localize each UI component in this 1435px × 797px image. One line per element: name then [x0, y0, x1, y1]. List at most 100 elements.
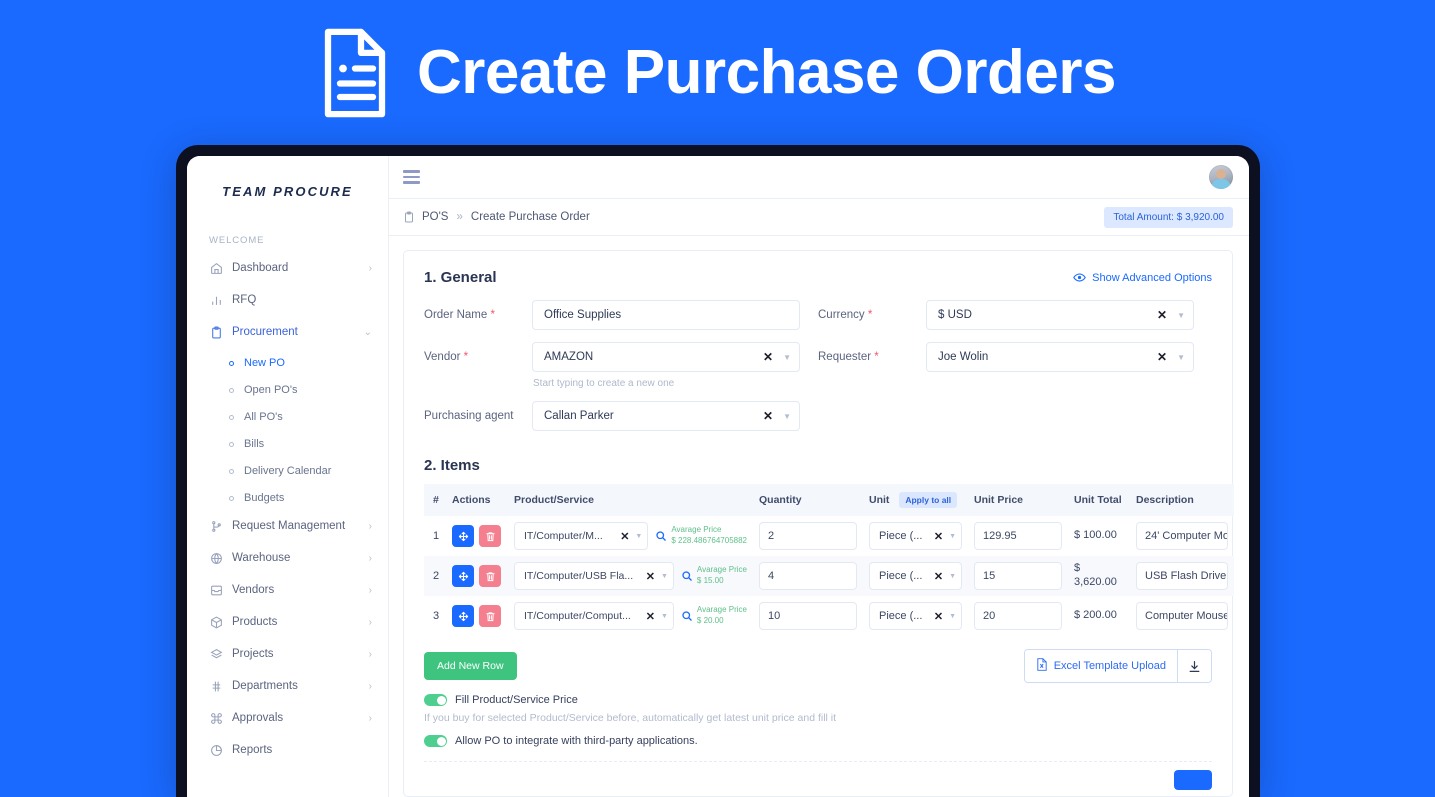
apply-to-all-button[interactable]: Apply to all — [899, 492, 958, 508]
quantity-input[interactable]: 10 — [759, 602, 857, 630]
unit-total-value: $ 3,620.00 — [1074, 562, 1117, 588]
globe-icon — [209, 551, 223, 565]
clear-icon[interactable]: ✕ — [928, 610, 949, 623]
delete-row-icon[interactable] — [479, 565, 501, 587]
submit-button[interactable] — [1174, 770, 1212, 790]
sidebar-item-request-management[interactable]: Request Management › — [187, 512, 388, 540]
table-row: 2 IT/Computer/USB Fla... ✕ ▼ Avarage Pri… — [424, 556, 1234, 596]
average-price-info[interactable]: Avarage Price $ 228.486764705882 — [655, 525, 747, 547]
sidebar-item-projects[interactable]: Projects › — [187, 640, 388, 668]
order-name-label: Order Name — [424, 309, 488, 321]
unit-price-input[interactable]: 15 — [974, 562, 1062, 590]
clear-icon[interactable]: ✕ — [1149, 308, 1175, 322]
average-price-info[interactable]: Avarage Price $ 15.00 — [681, 565, 747, 587]
vendor-select[interactable]: AMAZON ✕ ▼ — [532, 342, 800, 372]
sidebar-item-products[interactable]: Products › — [187, 608, 388, 636]
field-label: Requester * — [818, 342, 926, 363]
clear-icon[interactable]: ✕ — [640, 610, 661, 623]
sidebar-item-departments[interactable]: Departments › — [187, 672, 388, 700]
purchasing-agent-select[interactable]: Callan Parker ✕ ▼ — [532, 401, 800, 431]
sidebar-welcome-label: WELCOME — [209, 235, 265, 246]
drag-move-icon[interactable] — [452, 525, 474, 547]
app-logo: TEAM PROCURE — [222, 184, 353, 199]
sidebar-item-all-pos[interactable]: All PO's — [187, 404, 388, 430]
delete-row-icon[interactable] — [479, 605, 501, 627]
product-service-select[interactable]: IT/Computer/M... ✕ ▼ — [514, 522, 649, 550]
product-service-select[interactable]: IT/Computer/Comput... ✕ ▼ — [514, 602, 674, 630]
sidebar-item-reports[interactable]: Reports — [187, 736, 388, 764]
row-actions — [446, 556, 508, 596]
bullet-icon — [229, 387, 234, 393]
sidebar-item-label: Vendors — [232, 584, 275, 596]
unit-select[interactable]: Piece (... ✕ ▼ — [869, 562, 962, 590]
third-party-toggle[interactable] — [424, 735, 447, 747]
sidebar-item-vendors[interactable]: Vendors › — [187, 576, 388, 604]
unit-price-input[interactable]: 129.95 — [974, 522, 1062, 550]
chevron-down-icon[interactable]: ▼ — [781, 412, 791, 421]
clear-icon[interactable]: ✕ — [614, 530, 635, 543]
chevron-down-icon[interactable]: ▼ — [949, 533, 956, 540]
sidebar-item-budgets[interactable]: Budgets — [187, 485, 388, 511]
download-icon[interactable] — [1177, 650, 1211, 682]
add-new-row-button[interactable]: Add New Row — [424, 652, 517, 680]
average-price-text: Avarage Price $ 228.486764705882 — [671, 525, 747, 547]
description-input[interactable]: Computer Mouse — [1136, 602, 1228, 630]
sidebar-item-bills[interactable]: Bills — [187, 431, 388, 457]
unit-select[interactable]: Piece (... ✕ ▼ — [869, 522, 962, 550]
branch-icon — [209, 519, 223, 533]
description-input[interactable]: 24' Computer Mon — [1136, 522, 1228, 550]
chevron-down-icon[interactable]: ▼ — [661, 573, 668, 580]
chevron-down-icon[interactable]: ▼ — [1175, 353, 1185, 362]
chevron-down-icon[interactable]: ▼ — [635, 533, 642, 540]
chevron-down-icon[interactable]: ▼ — [661, 613, 668, 620]
sidebar-item-rfq[interactable]: RFQ — [187, 286, 388, 314]
field-order-name: Order Name * Office Supplies — [424, 300, 818, 330]
drag-move-icon[interactable] — [452, 565, 474, 587]
clear-icon[interactable]: ✕ — [1149, 350, 1175, 364]
description-value: Computer Mouse — [1145, 610, 1228, 622]
chevron-right-icon: › — [368, 262, 372, 274]
clear-icon[interactable]: ✕ — [928, 570, 949, 583]
show-advanced-options-link[interactable]: Show Advanced Options — [1073, 271, 1212, 284]
sidebar-item-open-pos[interactable]: Open PO's — [187, 377, 388, 403]
vendor-hint: Start typing to create a new one — [533, 378, 675, 389]
excel-template-upload-button[interactable]: Excel Template Upload — [1024, 650, 1177, 682]
sidebar-item-delivery-calendar[interactable]: Delivery Calendar — [187, 458, 388, 484]
drag-move-icon[interactable] — [452, 605, 474, 627]
avatar[interactable] — [1209, 165, 1233, 189]
chevron-down-icon[interactable]: ▼ — [781, 353, 791, 362]
quantity-input[interactable]: 4 — [759, 562, 857, 590]
unit-price-input[interactable]: 20 — [974, 602, 1062, 630]
currency-select[interactable]: $ USD ✕ ▼ — [926, 300, 1194, 330]
breadcrumb-root[interactable]: PO'S — [422, 211, 448, 223]
chevron-down-icon[interactable]: ▼ — [1175, 311, 1185, 320]
unit-total-value: $ 100.00 — [1074, 529, 1117, 542]
requester-select[interactable]: Joe Wolin ✕ ▼ — [926, 342, 1194, 372]
content-scroll-area[interactable]: Show Advanced Options 1. General Order N… — [389, 236, 1249, 797]
sidebar-item-procurement[interactable]: Procurement ⌄ — [187, 318, 388, 346]
clear-icon[interactable]: ✕ — [755, 409, 781, 423]
unit-select[interactable]: Piece (... ✕ ▼ — [869, 602, 962, 630]
chevron-down-icon[interactable]: ▼ — [949, 613, 956, 620]
description-input[interactable]: USB Flash Drive — [1136, 562, 1228, 590]
sidebar-item-warehouse[interactable]: Warehouse › — [187, 544, 388, 572]
order-name-input[interactable]: Office Supplies — [532, 300, 800, 330]
fill-price-toggle[interactable] — [424, 694, 447, 706]
clear-icon[interactable]: ✕ — [755, 350, 781, 364]
chevron-down-icon[interactable]: ▼ — [949, 573, 956, 580]
chevron-down-icon: ⌄ — [363, 326, 372, 338]
sidebar-item-approvals[interactable]: Approvals › — [187, 704, 388, 732]
fill-price-label: Fill Product/Service Price — [455, 694, 578, 706]
breadcrumb-current: Create Purchase Order — [470, 211, 590, 223]
row-number: 3 — [433, 610, 440, 622]
clear-icon[interactable]: ✕ — [640, 570, 661, 583]
average-price-info[interactable]: Avarage Price $ 20.00 — [681, 605, 747, 627]
hamburger-icon[interactable] — [403, 170, 420, 184]
sidebar-item-new-po[interactable]: New PO — [187, 350, 388, 376]
delete-row-icon[interactable] — [479, 525, 501, 547]
quantity-input[interactable]: 2 — [759, 522, 857, 550]
sidebar-item-dashboard[interactable]: Dashboard › — [187, 254, 388, 282]
clear-icon[interactable]: ✕ — [928, 530, 949, 543]
product-service-select[interactable]: IT/Computer/USB Fla... ✕ ▼ — [514, 562, 674, 590]
chevron-right-icon: › — [368, 584, 372, 596]
